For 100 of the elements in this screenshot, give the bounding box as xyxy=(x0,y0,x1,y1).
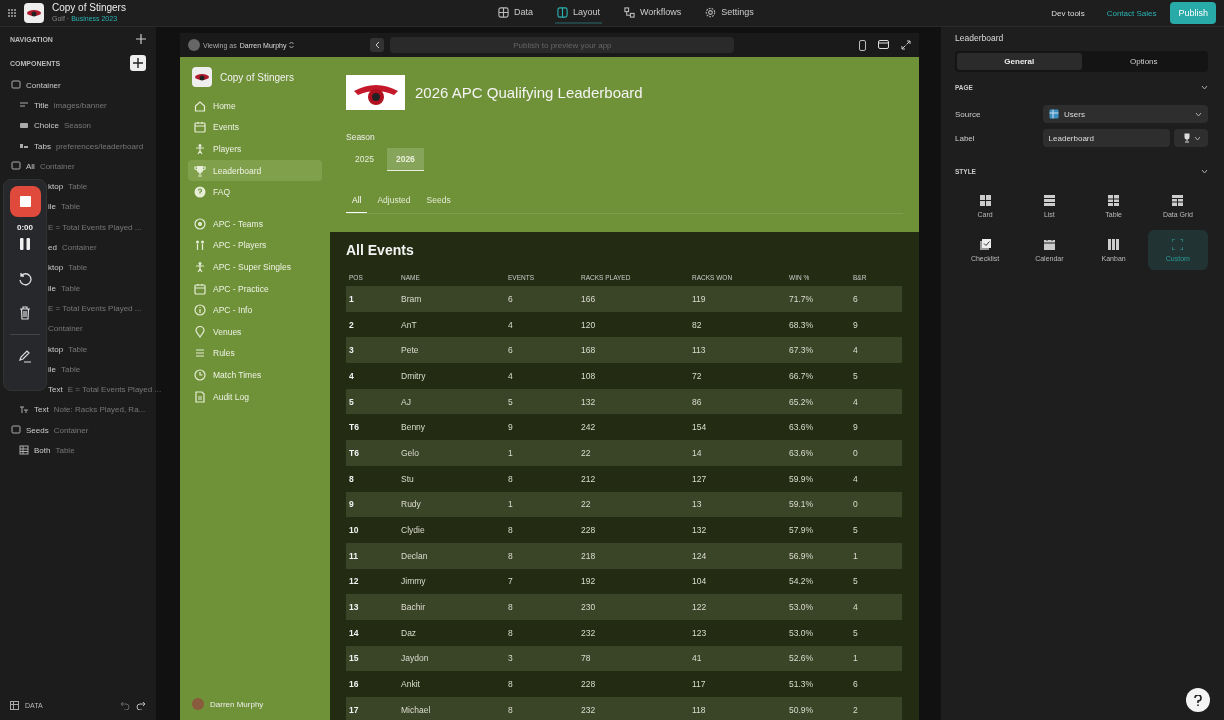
undo-icon[interactable] xyxy=(120,700,130,710)
table-cell-text: 53.0% xyxy=(788,626,815,640)
chevron-down-icon[interactable] xyxy=(1201,84,1208,90)
component-name[interactable]: All xyxy=(26,161,35,171)
nav-tab[interactable]: Data xyxy=(495,2,535,24)
component-name[interactable]: Text xyxy=(34,405,49,415)
table-cell: Jaydon xyxy=(398,645,505,672)
sort-icon[interactable] xyxy=(289,41,295,49)
table-cell-text: 2 xyxy=(348,318,355,332)
expand-icon[interactable] xyxy=(901,39,911,50)
table-cell: 22 xyxy=(578,491,689,518)
chevron-down-icon[interactable] xyxy=(1201,168,1208,174)
component-name[interactable]: ktop xyxy=(48,263,64,273)
component-name[interactable]: ile xyxy=(48,202,56,212)
component-name[interactable]: ktop xyxy=(48,344,64,354)
table-cell: 132 xyxy=(578,388,689,415)
add-button[interactable] xyxy=(130,55,146,71)
checklist-icon xyxy=(979,238,991,250)
table-cell: 113 xyxy=(689,337,786,364)
delete-icon[interactable] xyxy=(19,306,31,320)
component-detail: Table xyxy=(61,364,81,374)
icon-picker[interactable] xyxy=(1174,129,1208,147)
table-cell: 119 xyxy=(689,286,786,312)
table-cell-text: 59.9% xyxy=(788,472,815,486)
phone-icon[interactable] xyxy=(859,39,866,51)
table-cell-text: AnT xyxy=(400,318,418,332)
table-cell: 122 xyxy=(689,594,786,620)
table-cell: 230 xyxy=(578,594,689,620)
ball-icon xyxy=(194,217,206,230)
component-name[interactable]: Text xyxy=(48,385,63,395)
workflow-icon xyxy=(624,6,635,18)
nav-tab[interactable]: Settings xyxy=(703,2,756,24)
logo-icon xyxy=(27,8,41,18)
add-icon[interactable] xyxy=(136,34,146,44)
redo-icon[interactable] xyxy=(136,700,146,710)
table-cell-text: 66.7% xyxy=(788,369,815,383)
stop-icon xyxy=(19,196,31,207)
component-name[interactable]: ed xyxy=(48,243,57,252)
component-name[interactable]: ile xyxy=(48,283,56,293)
table-cell: Bachir xyxy=(398,594,505,620)
tab[interactable]: All xyxy=(346,191,368,213)
component-name[interactable]: Container xyxy=(26,80,61,90)
table-cell-text: Benny xyxy=(400,421,427,435)
people-icon xyxy=(194,239,206,252)
component-name[interactable]: Tabs xyxy=(34,141,51,151)
table-icon xyxy=(1108,194,1120,206)
contact-sales-link[interactable]: Contact Sales xyxy=(1106,8,1157,18)
table-cell-text: 108 xyxy=(580,369,597,383)
panel-tab[interactable]: Options xyxy=(1081,53,1206,70)
table-cell-text: 10 xyxy=(348,524,360,538)
component-name[interactable]: Choice xyxy=(34,121,59,131)
table-cell: 67.3% xyxy=(786,337,850,364)
component-detail: Note: Racks Played, Ra... xyxy=(53,405,146,415)
table-cell: 4 xyxy=(850,337,902,364)
back-button[interactable] xyxy=(370,38,385,52)
component-name[interactable]: Seeds xyxy=(26,425,49,435)
layout-icon xyxy=(556,6,568,18)
nav-item[interactable]: Home xyxy=(188,95,322,117)
table-cell: 9 xyxy=(346,491,398,518)
source-select[interactable]: Users xyxy=(1043,105,1208,123)
dev-tools-link[interactable]: Dev tools xyxy=(1051,8,1085,18)
table-cell: 4 xyxy=(850,594,902,620)
table-cell: 6 xyxy=(505,337,578,364)
table-cell: 5 xyxy=(346,388,398,415)
table-cell: 15 xyxy=(346,645,398,672)
pen-icon[interactable] xyxy=(18,349,32,363)
table-cell-text: 63.6% xyxy=(788,421,815,435)
pause-icon[interactable] xyxy=(20,238,30,250)
chevron-down-icon xyxy=(1195,111,1202,117)
apps-icon[interactable] xyxy=(8,9,16,17)
person-icon xyxy=(194,143,206,155)
table-cell-text: 5 xyxy=(852,626,859,640)
table-cell-text: 12 xyxy=(348,575,360,589)
nav-tab[interactable]: Workflows xyxy=(622,2,684,24)
app-name: Copy of Stingers xyxy=(220,71,294,83)
help-icon xyxy=(194,186,206,199)
component-name[interactable]: Both xyxy=(34,446,51,455)
chevron-down-icon xyxy=(1193,135,1201,141)
tablet-icon[interactable] xyxy=(878,39,889,49)
component-detail: Table xyxy=(61,202,81,212)
stop-button[interactable] xyxy=(9,186,41,217)
table-cell: T6 xyxy=(346,440,398,466)
table-title: All Events xyxy=(346,242,415,258)
restart-icon[interactable] xyxy=(18,272,32,286)
panel-tab[interactable]: General xyxy=(957,53,1082,70)
component-name[interactable]: ktop xyxy=(48,182,64,192)
table-cell: Michael xyxy=(398,697,505,720)
component-detail: Table xyxy=(68,344,88,354)
label-field[interactable]: Leaderboard xyxy=(1042,129,1171,147)
component-name[interactable]: ile xyxy=(48,364,56,374)
table-cell: 218 xyxy=(578,542,689,569)
component-detail: Table xyxy=(68,263,88,273)
component-detail: Table xyxy=(68,182,88,192)
table-cell: 0 xyxy=(850,491,902,518)
nav-tab[interactable]: Layout xyxy=(554,2,602,24)
trophy-icon xyxy=(194,164,206,177)
person-icon xyxy=(194,260,206,273)
table-cell: 124 xyxy=(689,542,786,569)
table-cell: 56.9% xyxy=(786,542,850,569)
component-name[interactable]: Title xyxy=(34,100,49,110)
